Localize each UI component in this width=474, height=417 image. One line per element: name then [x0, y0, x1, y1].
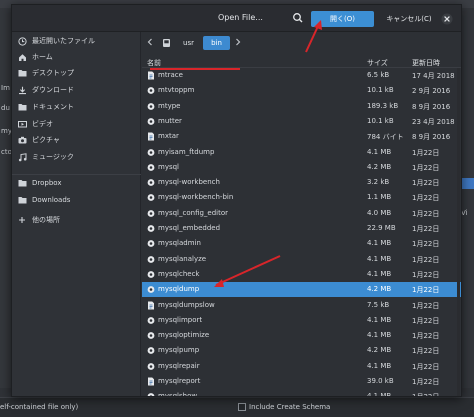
open-button-arrowhead-annotation [314, 20, 322, 30]
mysqldump-arrow-annotation [215, 255, 281, 286]
mysqldump-arrowhead-annotation [214, 279, 224, 287]
annotation-overlay [150, 20, 322, 287]
open-button-arrow-annotation [305, 23, 320, 53]
